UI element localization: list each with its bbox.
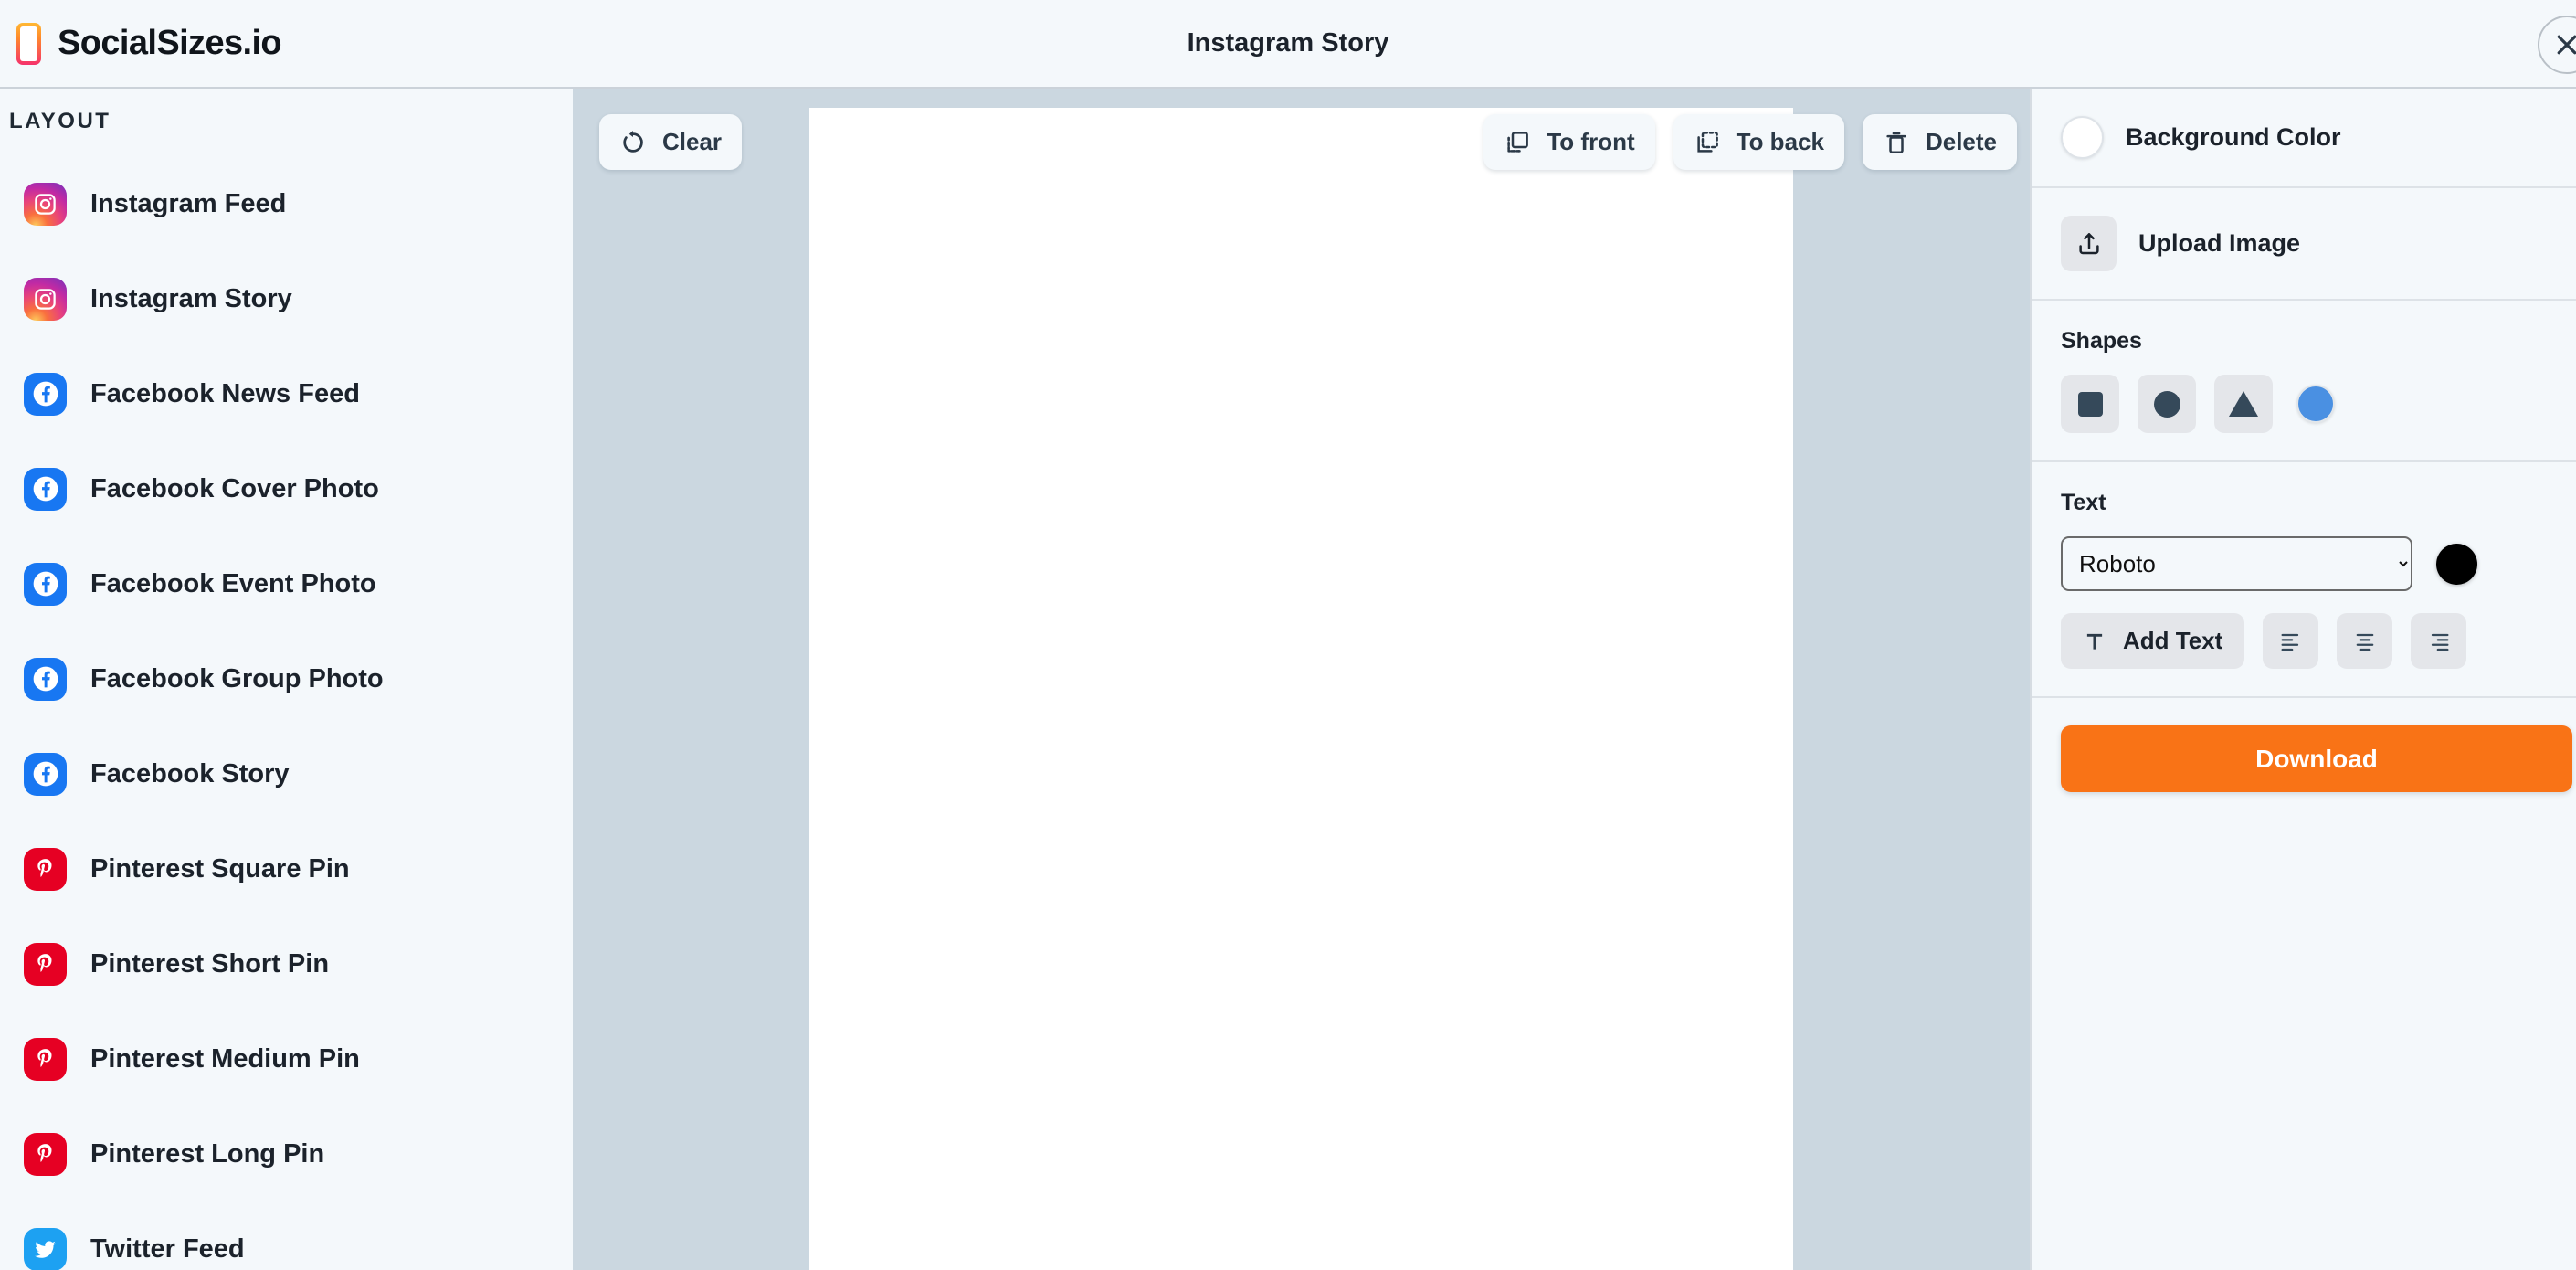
align-right-button[interactable]	[2411, 613, 2467, 669]
sidebar-item-facebook-news-feed[interactable]: Facebook News Feed	[0, 346, 573, 441]
to-front-label: To front	[1547, 128, 1635, 155]
facebook-icon	[24, 657, 67, 701]
background-color-swatch[interactable]	[2061, 116, 2104, 159]
sidebar-item-label: Pinterest Medium Pin	[90, 1043, 360, 1074]
circle-icon	[2153, 390, 2180, 418]
upload-icon	[2078, 232, 2099, 254]
app-root: SocialSizes.io Instagram Story LAYOUT In…	[0, 0, 2576, 1270]
pinterest-icon	[24, 942, 67, 986]
canvas-tools: To front To back Delete	[1483, 114, 2017, 170]
canvas-sheet[interactable]	[809, 108, 1793, 1270]
align-left-icon	[2281, 633, 2298, 651]
sidebar-item-label: Facebook Group Photo	[90, 663, 384, 693]
app-body: LAYOUT Instagram Feed Instagram Story Fa…	[0, 89, 2576, 1270]
pinterest-icon	[24, 1132, 67, 1176]
brand-name: SocialSizes.io	[58, 24, 282, 62]
delete-label: Delete	[1925, 128, 1997, 155]
triangle-icon	[2229, 391, 2258, 417]
font-family-select[interactable]: Roboto	[2061, 536, 2412, 591]
close-button[interactable]	[2538, 16, 2576, 74]
pinterest-icon	[24, 847, 67, 891]
to-front-button[interactable]: To front	[1483, 114, 1655, 170]
trash-icon	[1886, 132, 1906, 153]
sidebar-item-facebook-event-photo[interactable]: Facebook Event Photo	[0, 536, 573, 631]
add-text-label: Add Text	[2123, 627, 2223, 654]
square-icon	[2077, 391, 2103, 417]
sidebar-item-label: Pinterest Short Pin	[90, 948, 330, 979]
bring-to-front-icon	[1507, 131, 1529, 153]
instagram-icon	[24, 182, 67, 226]
sidebar-item-label: Facebook News Feed	[90, 378, 360, 408]
sidebar-item-facebook-cover-photo[interactable]: Facebook Cover Photo	[0, 441, 573, 536]
sidebar: LAYOUT Instagram Feed Instagram Story Fa…	[0, 89, 573, 1270]
upload-image-label: Upload Image	[2138, 229, 2301, 257]
sidebar-item-facebook-story[interactable]: Facebook Story	[0, 726, 573, 821]
background-color-section: Background Color	[2032, 89, 2576, 188]
text-t-icon	[2086, 633, 2103, 650]
sidebar-item-facebook-group-photo[interactable]: Facebook Group Photo	[0, 631, 573, 726]
upload-image-section: Upload Image	[2032, 188, 2576, 301]
align-left-button[interactable]	[2263, 613, 2319, 669]
properties-panel: Background Color Upload Image Shapes Tex…	[2030, 89, 2576, 1270]
download-section: Download	[2032, 698, 2576, 792]
sidebar-item-label: Instagram Feed	[90, 188, 287, 218]
close-icon	[2557, 35, 2576, 55]
sidebar-item-twitter-feed[interactable]: Twitter Feed	[0, 1201, 573, 1270]
sidebar-item-label: Instagram Story	[90, 283, 292, 313]
instagram-icon	[24, 277, 67, 321]
text-section: Text Roboto Add Text	[2032, 462, 2576, 698]
sidebar-item-label: Facebook Cover Photo	[90, 473, 379, 503]
to-back-button[interactable]: To back	[1673, 114, 1844, 170]
add-text-button[interactable]: Add Text	[2061, 613, 2245, 669]
page-title: Instagram Story	[1187, 28, 1389, 58]
clear-label: Clear	[662, 128, 723, 155]
to-back-label: To back	[1736, 128, 1824, 155]
sidebar-item-instagram-feed[interactable]: Instagram Feed	[0, 156, 573, 251]
align-center-icon	[2356, 633, 2374, 651]
sidebar-item-label: Twitter Feed	[90, 1233, 245, 1264]
sidebar-item-pinterest-short-pin[interactable]: Pinterest Short Pin	[0, 916, 573, 1011]
shapes-section: Shapes	[2032, 301, 2576, 462]
triangle-shape-button[interactable]	[2214, 375, 2273, 433]
facebook-icon	[24, 752, 67, 796]
facebook-icon	[24, 372, 67, 416]
circle-shape-button[interactable]	[2138, 375, 2196, 433]
pinterest-icon	[24, 1037, 67, 1081]
sidebar-section-label: LAYOUT	[9, 109, 111, 133]
sidebar-item-label: Facebook Story	[90, 758, 290, 788]
clear-button[interactable]: Clear	[599, 114, 743, 170]
text-color-swatch[interactable]	[2436, 543, 2477, 585]
sidebar-item-label: Facebook Event Photo	[90, 568, 376, 598]
upload-image-button[interactable]	[2061, 216, 2117, 271]
brand[interactable]: SocialSizes.io	[0, 23, 282, 65]
align-right-icon	[2431, 633, 2449, 651]
sidebar-item-label: Pinterest Square Pin	[90, 853, 350, 884]
download-button[interactable]: Download	[2061, 725, 2572, 792]
delete-button[interactable]: Delete	[1862, 114, 2017, 170]
facebook-icon	[24, 467, 67, 511]
send-to-back-icon	[1697, 131, 1718, 153]
sidebar-item-pinterest-long-pin[interactable]: Pinterest Long Pin	[0, 1106, 573, 1201]
sidebar-item-pinterest-square-pin[interactable]: Pinterest Square Pin	[0, 821, 573, 916]
sidebar-item-instagram-story[interactable]: Instagram Story	[0, 251, 573, 346]
text-title: Text	[2061, 490, 2106, 515]
sidebar-item-pinterest-medium-pin[interactable]: Pinterest Medium Pin	[0, 1011, 573, 1106]
phone-icon	[16, 23, 41, 65]
sidebar-item-label: Pinterest Long Pin	[90, 1138, 325, 1169]
align-center-button[interactable]	[2337, 613, 2393, 669]
facebook-icon	[24, 562, 67, 606]
rotate-ccw-icon	[623, 130, 643, 153]
twitter-icon	[24, 1227, 67, 1270]
shapes-title: Shapes	[2061, 328, 2142, 354]
shape-color-swatch[interactable]	[2296, 385, 2335, 423]
background-color-label: Background Color	[2126, 123, 2341, 151]
square-shape-button[interactable]	[2061, 375, 2119, 433]
app-header: SocialSizes.io Instagram Story	[0, 0, 2576, 89]
canvas-area[interactable]: Clear To front To back Delete	[573, 89, 2030, 1270]
